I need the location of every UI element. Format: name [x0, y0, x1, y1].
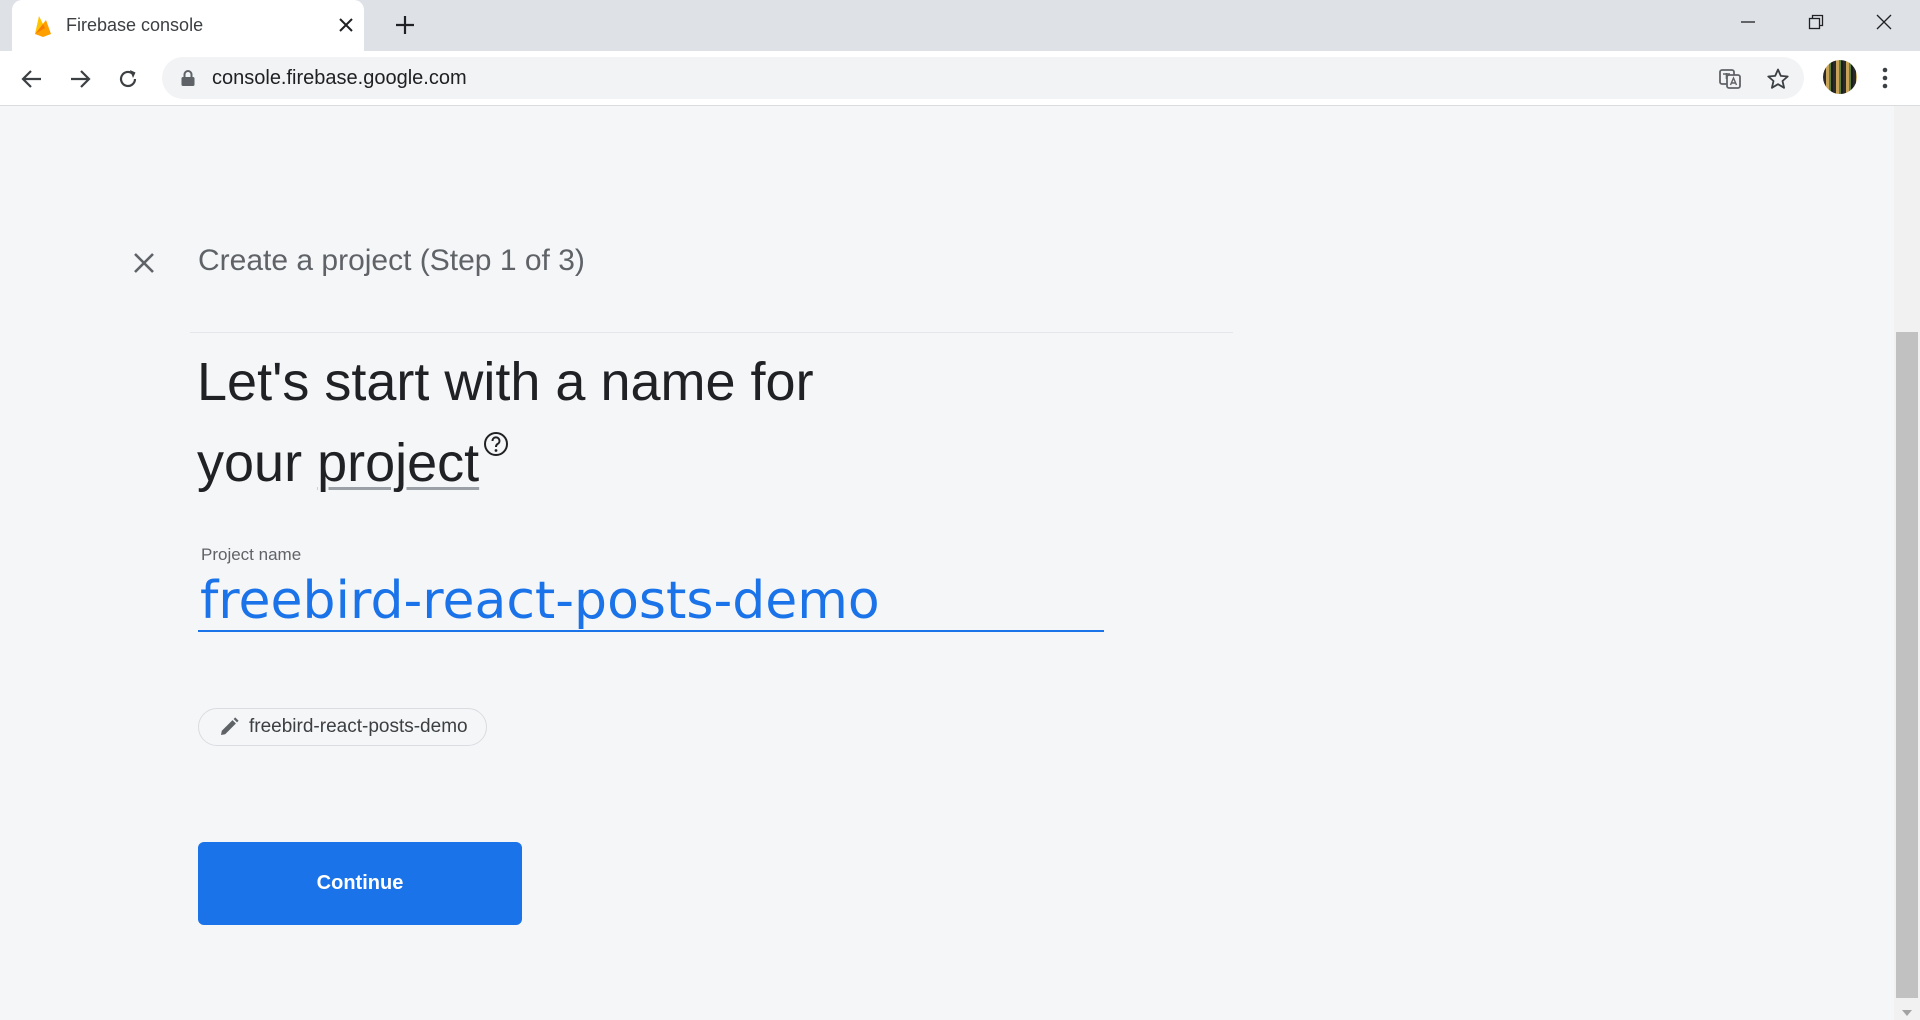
scrollbar[interactable]: [1894, 106, 1920, 1020]
more-icon[interactable]: [1873, 63, 1897, 93]
minimize-icon[interactable]: [1714, 0, 1782, 44]
scroll-down-arrow-icon[interactable]: [1900, 1008, 1914, 1018]
browser-tabstrip: Firebase console: [0, 0, 1920, 51]
project-name-label: Project name: [201, 545, 302, 564]
url-text: console.firebase.google.com: [212, 67, 467, 89]
address-bar[interactable]: console.firebase.google.com: [162, 57, 1804, 99]
project-id-chip[interactable]: freebird-react-posts-demo: [198, 708, 487, 746]
heading-line-1: Let's start with a name for: [197, 352, 814, 412]
forward-icon[interactable]: [65, 64, 95, 94]
tab-title: Firebase console: [66, 15, 204, 35]
project-name-input[interactable]: [198, 572, 1104, 632]
heading-line-2-prefix: your: [197, 433, 318, 493]
tab-close-icon[interactable]: [335, 14, 357, 36]
new-tab-icon[interactable]: [392, 12, 418, 38]
lock-icon[interactable]: [180, 69, 196, 87]
step-title: Create a project (Step 1 of 3): [198, 244, 585, 277]
avatar[interactable]: [1823, 60, 1857, 94]
close-window-icon[interactable]: [1850, 0, 1918, 44]
create-project-page: Create a project (Step 1 of 3) Let's sta…: [0, 106, 1920, 1020]
help-icon[interactable]: [483, 431, 509, 457]
project-id-label: freebird-react-posts-demo: [249, 716, 468, 737]
restore-icon[interactable]: [1782, 0, 1850, 44]
pencil-icon: [221, 717, 239, 735]
translate-icon[interactable]: [1716, 65, 1744, 93]
browser-toolbar: console.firebase.google.com: [0, 51, 1920, 106]
project-help-link[interactable]: project: [317, 433, 479, 493]
page-heading: Let's start with a name for your project: [197, 342, 1097, 504]
continue-button[interactable]: Continue: [198, 842, 522, 925]
scrollbar-thumb[interactable]: [1896, 332, 1918, 998]
divider: [190, 332, 1233, 333]
reload-icon[interactable]: [113, 64, 143, 94]
firebase-flame-icon: [35, 16, 51, 37]
back-icon[interactable]: [17, 64, 47, 94]
star-icon[interactable]: [1764, 65, 1792, 93]
close-dialog-icon[interactable]: [128, 247, 160, 279]
browser-tab[interactable]: Firebase console: [12, 0, 364, 51]
